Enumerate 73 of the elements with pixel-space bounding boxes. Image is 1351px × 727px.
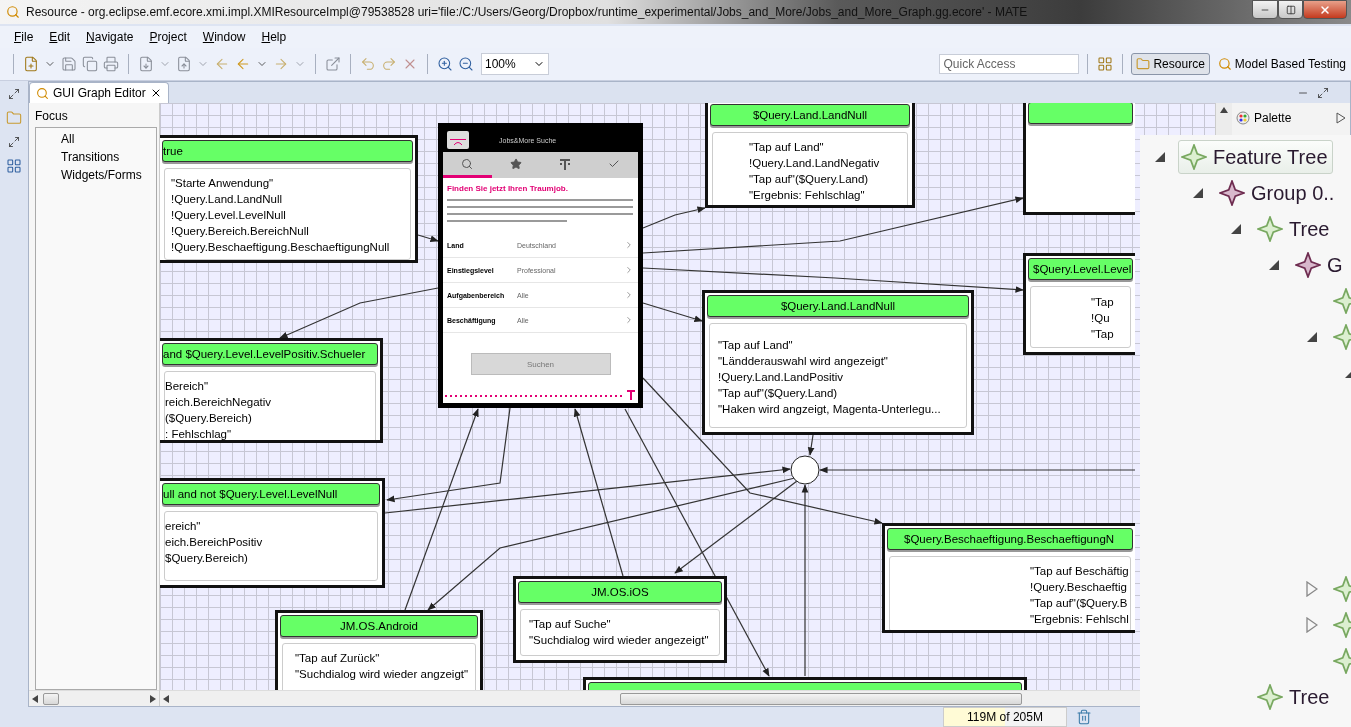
tree-item[interactable]: Tree [1254,680,1335,714]
action-line: "Tap auf Land" [749,140,825,155]
action-line: ereich" [165,519,202,534]
palette-title: Palette [1254,111,1293,125]
action-line: "Tap auf Suche" [529,617,612,632]
tree-item[interactable]: Tree [1254,212,1335,246]
action-line: reich.BereichNegativ [165,395,273,410]
action-line: Bereich" [165,379,210,394]
screen-headline: Finden Sie jetzt Ihren Traumjob. [446,183,569,195]
graph-node[interactable]: JM.OS.Android "Tap auf Zurück" "Suchdialog wird wieder angzeigt" [275,610,483,690]
action-line: "Tap auf Beschäftig [1030,564,1128,579]
perspective-button[interactable]: Resource [1131,53,1210,75]
action-line: !Query.Level.LevelNull [171,208,287,223]
action-line: eich.BereichPositiv [165,535,264,550]
tree-item[interactable]: G [1292,248,1348,282]
node-header: and $Query.Level.LevelPositiv.Schueler [162,343,378,365]
graph-node[interactable]: and $Query.Level.LevelPositiv.Schueler Bereich" reich.BereichNegativ ($Query.Bereich) : Fehlschlag" [160,338,383,443]
action-line: !Query.Land.LandNull [171,192,284,207]
action-line: "Tap auf"($Query.Land) [749,172,870,187]
action-line: "Ländderauswahl wird angezeigt" [718,353,889,369]
zoom-combo[interactable]: 100% [481,53,549,75]
graph-node[interactable]: $Query.Land.LandNull "Tap auf Land" "Ländderauswahl wird angezeigt" !Query.Land.LandPositiv "Tap auf"($Query.Land) "Haken wird angzeigt, Magenta-Unterlegu... [702,290,974,435]
menu-item[interactable]: Help [253,30,295,44]
node-header: JM.OS.iOS [518,581,722,603]
focus-item[interactable]: All [61,131,156,147]
node-header: JM.OS.Android [280,615,478,637]
menu-item[interactable]: File [6,30,42,44]
tree-item[interactable]: Group 0.. [1216,176,1340,210]
focus-title: Focus [34,108,69,125]
menu-item[interactable]: Window [194,30,254,44]
action-line: "Tap auf Land" [718,337,794,353]
action-line: !Query.Beschaeftig [1030,580,1128,595]
perspective-button[interactable]: Model Based Testing [1212,53,1351,75]
action-line: "Tap [1091,327,1115,342]
action-line: !Query.Beschaeftigung.BeschaeftigungNull [171,240,391,255]
action-line: "Tap auf Zurück" [295,651,381,666]
node-header: $Query.Land.LandNull [707,295,969,317]
node-header: true [162,140,413,162]
graph-node[interactable]: $Query.Beschaeftigung.BeschaeftigungN "Tap auf Beschäftig !Query.Beschaeftig "Tap auf"($Query.B "Ergebnis: Fehlschl [882,523,1135,633]
focus-item[interactable]: Transitions [61,149,156,165]
action-line: $Query.Bereich) [165,551,249,566]
action-line: "Tap auf"($Query.Land) [718,385,839,401]
action-line: "Haken wird angzeigt, Magenta-Unterlegu... [718,401,942,417]
graph-node[interactable]: JM.OS.iOS "Tap auf Suche" "Suchdialog wird wieder angezeigt" [513,576,727,663]
quick-access-field[interactable]: Quick Access [939,54,1080,74]
graph-node[interactable]: $Query.Land.LandNull "Tap auf Land" !Query.Land.LandNegativ "Tap auf"($Query.Land) "Ergebnis: Fehlschlag" [705,103,915,208]
editor-tab[interactable]: GUI Graph Editor [29,82,169,103]
action-line: "Suchdialog wird wieder angzeigt" [295,667,470,682]
graph-node[interactable]: $Query.Level.Level "Tap !Qu "Tap [1023,253,1135,355]
node-header: $Query.Land.LandNull [710,104,910,126]
action-line: "Tap auf"($Query.B [1030,596,1128,611]
action-line: "Ergebnis: Fehlschl [1030,612,1128,627]
memory-indicator: 119M of 205M [943,707,1067,727]
action-line: "Tap [1091,295,1115,310]
action-line: : Fehlschlag" [165,427,233,440]
menu-item[interactable]: Edit [41,30,79,44]
action-line: !Query.Land.LandPositiv [718,369,845,385]
action-line: ($Query.Bereich) [165,411,253,426]
node-header: $Query.Level.Level [1028,258,1133,280]
focus-item[interactable]: Widgets/Forms [61,167,156,183]
action-line: "Ergebnis: Fehlschlag" [749,188,866,203]
tree-item[interactable]: Feature Tree [1178,140,1333,174]
node-header: ull and not $Query.Level.LevelNull [162,483,380,505]
node-header: $Query.Beschaeftigung.BeschaeftigungN [887,528,1133,550]
graph-node[interactable]: ull and not $Query.Level.LevelNull ereich" eich.BereichPositiv $Query.Bereich) [160,478,385,588]
action-line: !Qu [1091,311,1111,326]
graph-node[interactable]: true "Starte Anwendung" !Query.Land.LandNull !Query.Level.LevelNull !Query.Bereich.BereichNull !Query.Beschaeftigung.BeschaeftigungNull [160,135,418,263]
action-line: !Query.Land.LandNegativ [749,156,881,171]
menu-item[interactable]: Navigate [78,30,142,44]
action-line: !Query.Bereich.BereichNull [171,224,310,239]
action-line: "Suchdialog wird wieder angezeigt" [529,633,710,648]
action-line: "Starte Anwendung" [171,176,275,191]
menu-item[interactable]: Project [141,30,195,44]
